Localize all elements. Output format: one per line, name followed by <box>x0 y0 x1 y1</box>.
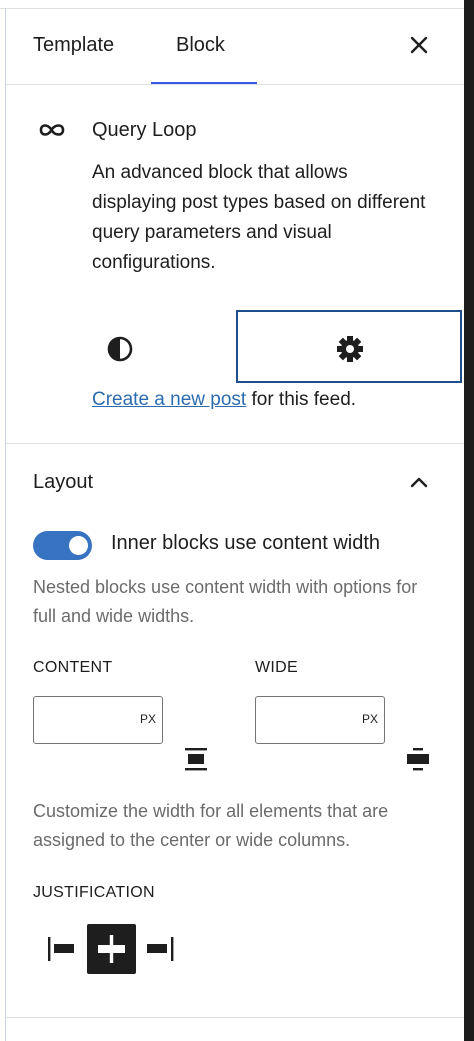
justification-label: JUSTIFICATION <box>33 884 155 901</box>
wide-width-label: WIDE <box>255 659 298 676</box>
block-title: Query Loop <box>92 119 197 141</box>
tabs-divider <box>6 84 464 85</box>
chevron-up-icon[interactable] <box>406 472 432 492</box>
width-help-text: Customize the width for all elements tha… <box>33 801 389 850</box>
justify-right-icon[interactable] <box>143 924 179 974</box>
adjacent-window-edge <box>464 0 474 1041</box>
justify-center-icon <box>98 935 125 963</box>
tab-block[interactable]: Block <box>176 34 225 57</box>
toggle-knob <box>69 536 88 555</box>
toggle-label: Inner blocks use content width <box>111 532 381 554</box>
content-width-label: CONTENT <box>33 659 113 676</box>
content-unit-label[interactable]: PX <box>140 712 156 726</box>
create-post-row: Create a new post for this feed. <box>92 389 356 411</box>
align-wide-width-icon <box>407 748 429 771</box>
justify-center-button[interactable] <box>87 924 136 974</box>
create-post-suffix: for this feed. <box>246 389 357 410</box>
top-border <box>0 8 464 9</box>
wide-unit-label[interactable]: PX <box>362 712 378 726</box>
content-width-input[interactable]: PX <box>33 696 163 744</box>
styles-tab-button[interactable] <box>28 310 213 384</box>
wide-width-input[interactable]: PX <box>255 696 385 744</box>
panel-left-edge <box>5 8 6 1041</box>
justify-left-icon[interactable] <box>44 924 80 974</box>
block-description: An advanced block that allows displaying… <box>92 162 426 273</box>
close-icon[interactable] <box>404 30 434 60</box>
content-width-toggle[interactable] <box>33 531 92 560</box>
toggle-help-text: Nested blocks use content width with opt… <box>33 577 418 626</box>
align-center-width-icon <box>185 748 207 771</box>
section-divider <box>6 443 464 444</box>
gear-icon <box>337 336 363 362</box>
settings-tab-button[interactable] <box>236 310 462 383</box>
block-inspector-panel: Template Block Query Loop An advanced bl… <box>0 0 464 1041</box>
bottom-divider <box>6 1017 464 1018</box>
create-post-link[interactable]: Create a new post <box>92 389 246 410</box>
query-loop-icon <box>39 124 65 136</box>
layout-section-title[interactable]: Layout <box>33 471 93 494</box>
tab-template[interactable]: Template <box>33 34 114 57</box>
styles-icon <box>107 336 133 362</box>
